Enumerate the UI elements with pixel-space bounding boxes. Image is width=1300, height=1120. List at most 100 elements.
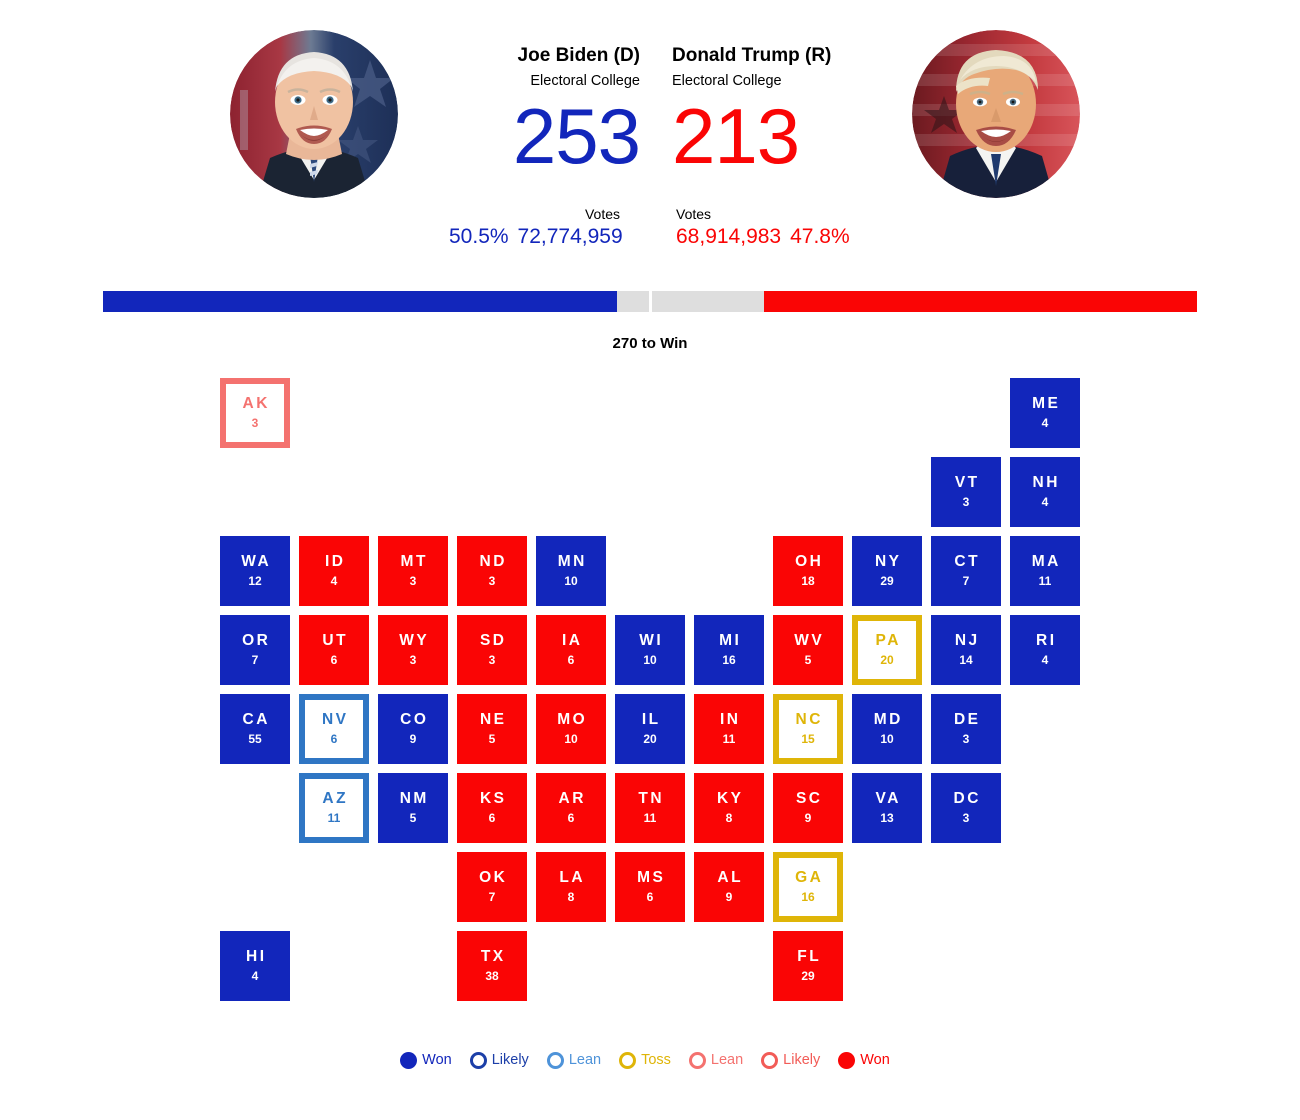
state-electoral-votes: 8 xyxy=(725,811,733,825)
state-cell-or[interactable]: OR 7 xyxy=(220,615,290,685)
state-abbr: UT xyxy=(322,632,349,649)
state-cell-ga[interactable]: GA 16 xyxy=(773,852,843,922)
legend-won-rep[interactable]: Won xyxy=(838,1052,890,1069)
state-abbr: SD xyxy=(479,632,507,649)
state-cell-nh[interactable]: NH 4 xyxy=(1010,457,1080,527)
state-cell-va[interactable]: VA 13 xyxy=(852,773,922,843)
state-abbr: NV xyxy=(321,711,349,728)
state-electoral-votes: 4 xyxy=(330,574,338,588)
state-abbr: VT xyxy=(954,474,980,491)
state-cell-nm[interactable]: NM 5 xyxy=(378,773,448,843)
state-cell-ca[interactable]: CA 55 xyxy=(220,694,290,764)
state-abbr: WA xyxy=(241,553,272,570)
state-cell-il[interactable]: IL 20 xyxy=(615,694,685,764)
state-abbr: ND xyxy=(479,553,507,570)
state-abbr: MO xyxy=(557,711,588,728)
state-cell-mo[interactable]: MO 10 xyxy=(536,694,606,764)
state-cell-ri[interactable]: RI 4 xyxy=(1010,615,1080,685)
state-cell-ny[interactable]: NY 29 xyxy=(852,536,922,606)
legend-lean-dem[interactable]: Lean xyxy=(546,1052,602,1069)
legend-marker-icon xyxy=(619,1052,637,1069)
state-electoral-votes: 14 xyxy=(959,653,973,667)
state-cell-oh[interactable]: OH 18 xyxy=(773,536,843,606)
legend-label: Won xyxy=(860,1052,890,1068)
state-electoral-votes: 6 xyxy=(330,732,338,746)
state-cell-dc[interactable]: DC 3 xyxy=(931,773,1001,843)
state-cell-ia[interactable]: IA 6 xyxy=(536,615,606,685)
state-cell-tn[interactable]: TN 11 xyxy=(615,773,685,843)
state-cell-az[interactable]: AZ 11 xyxy=(299,773,369,843)
state-cell-ks[interactable]: KS 6 xyxy=(457,773,527,843)
state-cell-me[interactable]: ME 4 xyxy=(1010,378,1080,448)
state-cell-wv[interactable]: WV 5 xyxy=(773,615,843,685)
state-cell-tx[interactable]: TX 38 xyxy=(457,931,527,1001)
state-abbr: DE xyxy=(953,711,981,728)
state-electoral-votes: 5 xyxy=(488,732,496,746)
legend-won-dem[interactable]: Won xyxy=(400,1052,452,1069)
state-electoral-votes: 3 xyxy=(962,495,970,509)
state-cell-mt[interactable]: MT 3 xyxy=(378,536,448,606)
state-cell-ar[interactable]: AR 6 xyxy=(536,773,606,843)
state-cell-ky[interactable]: KY 8 xyxy=(694,773,764,843)
state-cell-ma[interactable]: MA 11 xyxy=(1010,536,1080,606)
state-cell-wa[interactable]: WA 12 xyxy=(220,536,290,606)
state-cell-nc[interactable]: NC 15 xyxy=(773,694,843,764)
state-abbr: NY xyxy=(874,553,902,570)
state-abbr: IA xyxy=(562,632,583,649)
state-abbr: HI xyxy=(246,948,267,965)
state-electoral-votes: 29 xyxy=(880,574,894,588)
state-cell-mi[interactable]: MI 16 xyxy=(694,615,764,685)
state-cell-wy[interactable]: WY 3 xyxy=(378,615,448,685)
state-cell-in[interactable]: IN 11 xyxy=(694,694,764,764)
state-cell-md[interactable]: MD 10 xyxy=(852,694,922,764)
state-abbr: SC xyxy=(795,790,823,807)
state-cell-vt[interactable]: VT 3 xyxy=(931,457,1001,527)
state-abbr: KY xyxy=(716,790,744,807)
legend-label: Likely xyxy=(491,1052,529,1068)
state-cell-de[interactable]: DE 3 xyxy=(931,694,1001,764)
state-abbr: RI xyxy=(1036,632,1057,649)
state-abbr: MA xyxy=(1031,553,1061,570)
state-electoral-votes: 4 xyxy=(1041,495,1049,509)
state-cell-ms[interactable]: MS 6 xyxy=(615,852,685,922)
state-abbr: AZ xyxy=(322,790,349,807)
legend-label: Lean xyxy=(568,1052,602,1068)
legend-likely-dem[interactable]: Likely xyxy=(469,1052,529,1069)
state-electoral-votes: 3 xyxy=(409,653,417,667)
state-cell-mn[interactable]: MN 10 xyxy=(536,536,606,606)
state-abbr: ID xyxy=(325,553,346,570)
state-cell-wi[interactable]: WI 10 xyxy=(615,615,685,685)
state-electoral-votes: 7 xyxy=(962,574,970,588)
state-electoral-votes: 3 xyxy=(409,574,417,588)
state-electoral-votes: 9 xyxy=(409,732,417,746)
state-cell-co[interactable]: CO 9 xyxy=(378,694,448,764)
state-cell-nd[interactable]: ND 3 xyxy=(457,536,527,606)
state-cell-ut[interactable]: UT 6 xyxy=(299,615,369,685)
state-cell-ak[interactable]: AK 3 xyxy=(220,378,290,448)
state-cell-hi[interactable]: HI 4 xyxy=(220,931,290,1001)
state-cell-id[interactable]: ID 4 xyxy=(299,536,369,606)
state-cell-nj[interactable]: NJ 14 xyxy=(931,615,1001,685)
state-abbr: OH xyxy=(795,553,824,570)
state-abbr: AK xyxy=(242,395,270,412)
state-abbr: OR xyxy=(242,632,271,649)
state-cell-fl[interactable]: FL 29 xyxy=(773,931,843,1001)
state-cell-ct[interactable]: CT 7 xyxy=(931,536,1001,606)
state-cell-ne[interactable]: NE 5 xyxy=(457,694,527,764)
state-cell-al[interactable]: AL 9 xyxy=(694,852,764,922)
state-abbr: NM xyxy=(399,790,429,807)
legend-label: Lean xyxy=(710,1052,744,1068)
state-abbr: CA xyxy=(242,711,270,728)
state-cell-sc[interactable]: SC 9 xyxy=(773,773,843,843)
state-cell-ok[interactable]: OK 7 xyxy=(457,852,527,922)
state-electoral-votes: 3 xyxy=(962,732,970,746)
state-cell-sd[interactable]: SD 3 xyxy=(457,615,527,685)
state-electoral-votes: 18 xyxy=(801,574,815,588)
legend-likely-rep[interactable]: Likely xyxy=(761,1052,820,1069)
state-cell-nv[interactable]: NV 6 xyxy=(299,694,369,764)
legend-toss[interactable]: Toss xyxy=(619,1052,671,1069)
state-cell-la[interactable]: LA 8 xyxy=(536,852,606,922)
legend-lean-rep[interactable]: Lean xyxy=(688,1052,744,1069)
state-cell-pa[interactable]: PA 20 xyxy=(852,615,922,685)
state-electoral-votes: 3 xyxy=(251,416,259,430)
